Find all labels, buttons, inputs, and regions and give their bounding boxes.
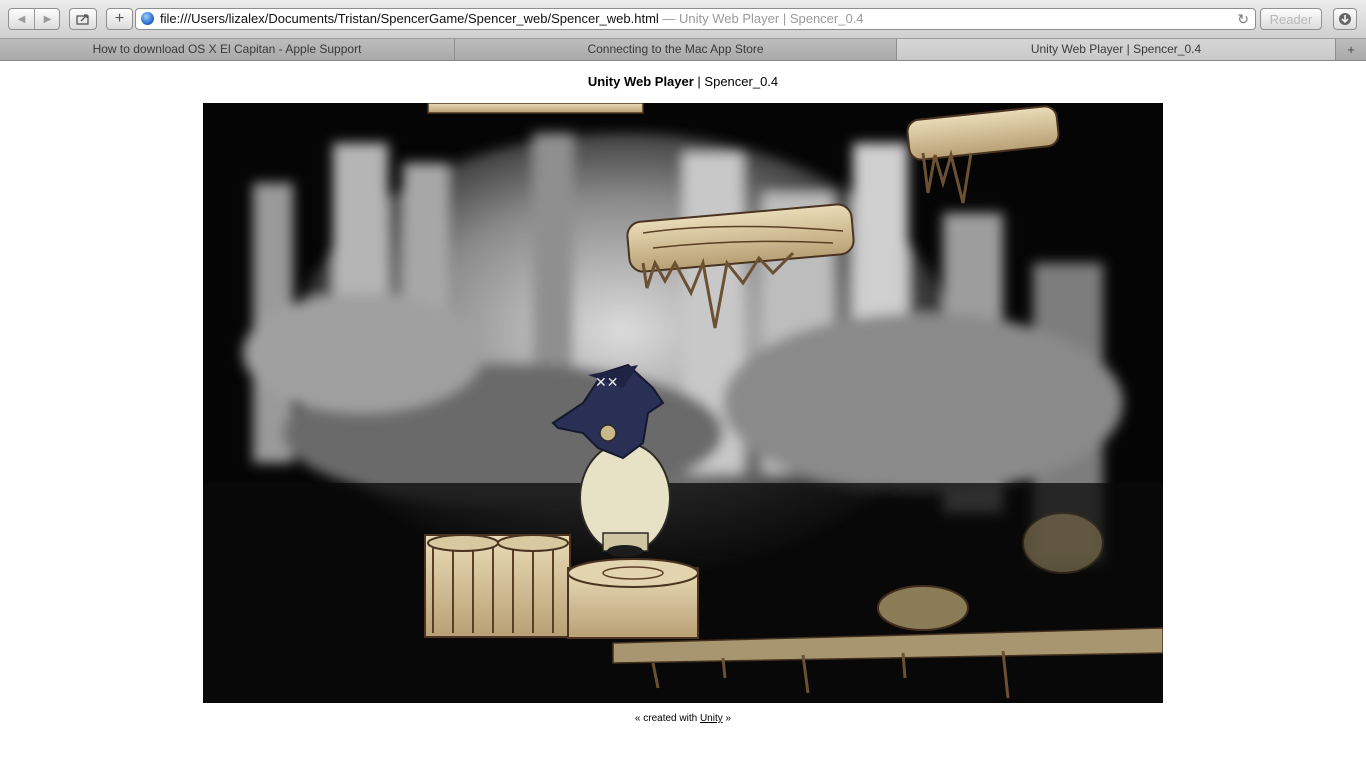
- forward-button[interactable]: ▶: [35, 9, 60, 29]
- new-tab-button[interactable]: +: [1336, 39, 1366, 60]
- browser-toolbar: ◀ ▶ + file:///Users/lizalex/Documents/Tr…: [0, 0, 1366, 39]
- page-title-separator: |: [693, 74, 705, 89]
- tab-unity-web-player[interactable]: Unity Web Player | Spencer_0.4: [897, 39, 1336, 60]
- tab-mac-app-store[interactable]: Connecting to the Mac App Store: [455, 39, 897, 60]
- footer: « created with Unity »: [0, 713, 1366, 724]
- footer-suffix: »: [722, 713, 732, 724]
- footer-prefix: « created with: [634, 713, 700, 724]
- back-forward-buttons: ◀ ▶: [8, 8, 60, 30]
- unity-game-canvas[interactable]: ✕✕: [203, 103, 1163, 703]
- share-button[interactable]: [69, 8, 97, 30]
- svg-text:✕✕: ✕✕: [595, 375, 618, 391]
- reload-icon[interactable]: ↻: [1237, 9, 1249, 29]
- unity-link[interactable]: Unity: [700, 713, 723, 724]
- page-title-bold: Unity Web Player: [587, 74, 694, 89]
- share-icon: [76, 14, 89, 25]
- downloads-button[interactable]: [1333, 8, 1357, 30]
- tab-bar: How to download OS X El Capitan - Apple …: [0, 39, 1366, 61]
- back-button[interactable]: ◀: [9, 9, 35, 29]
- page-title: Unity Web Player | Spencer_0.4: [0, 74, 1366, 89]
- address-page-title: — Unity Web Player | Spencer_0.4: [662, 11, 864, 26]
- add-bookmark-button[interactable]: +: [106, 8, 133, 30]
- globe-icon: [141, 12, 154, 25]
- plus-icon: +: [114, 10, 125, 27]
- address-bar[interactable]: file:///Users/lizalex/Documents/Tristan/…: [135, 8, 1256, 30]
- top-log-platform: [427, 103, 644, 114]
- address-url: file:///Users/lizalex/Documents/Tristan/…: [160, 11, 659, 26]
- tree-stump: [567, 558, 699, 639]
- game-scene: ✕✕: [203, 103, 1163, 703]
- download-icon: [1339, 13, 1351, 25]
- left-ground-platform: [424, 534, 571, 638]
- page-title-rest: Spencer_0.4: [704, 74, 779, 89]
- tab-apple-support[interactable]: How to download OS X El Capitan - Apple …: [0, 39, 455, 60]
- reader-button[interactable]: Reader: [1260, 8, 1322, 30]
